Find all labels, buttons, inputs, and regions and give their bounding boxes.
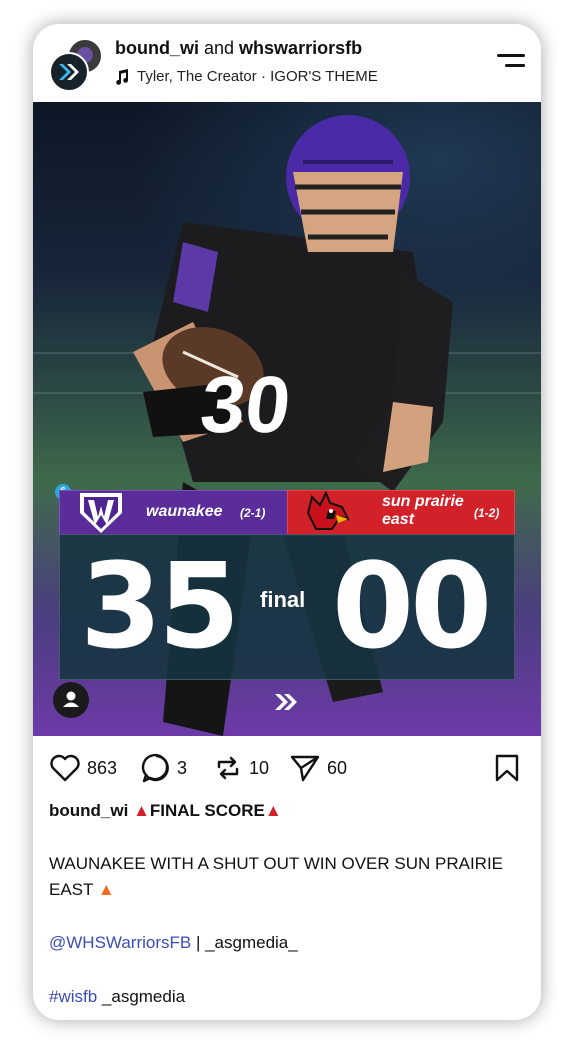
author-names: bound_wi and whswarriorsfb — [115, 38, 362, 59]
home-team-bar: waunakee (2-1) — [59, 490, 288, 536]
waunakee-w-logo-icon — [80, 493, 122, 533]
chevron-logo-icon — [59, 64, 79, 80]
mention-link[interactable]: @WHSWarriorsFB — [49, 933, 191, 952]
home-team-record: (2-1) — [240, 506, 266, 520]
chevron-watermark-icon — [275, 694, 297, 710]
caption-hashtag-tail: _asgmedia — [97, 987, 186, 1006]
caption-username[interactable]: bound_wi — [49, 801, 128, 820]
menu-line-icon — [497, 54, 525, 57]
share-count: 60 — [327, 757, 348, 778]
cardinal-logo-icon — [306, 490, 350, 530]
like-button[interactable]: 863 — [49, 754, 117, 782]
music-note-icon — [116, 68, 129, 85]
siren-icon: ▲ — [133, 801, 150, 820]
away-team-name-line2: east — [382, 511, 415, 528]
author-avatars[interactable] — [49, 38, 103, 92]
repost-count: 10 — [249, 757, 270, 778]
comment-button[interactable]: 3 — [141, 753, 188, 783]
action-bar: 863 3 10 60 — [33, 736, 541, 800]
menu-button[interactable] — [495, 50, 525, 72]
fire-icon: ▲ — [97, 880, 115, 899]
music-track[interactable]: Tyler, The Creator · IGOR'S THEME — [115, 68, 378, 85]
post-card: bound_wi and whswarriorsfb Tyler, The Cr… — [33, 24, 541, 1020]
game-status: final — [260, 587, 306, 612]
caption-headline: bound_wi ▲FINAL SCORE▲ — [49, 798, 525, 824]
hashtag-link[interactable]: #wisfb — [49, 987, 97, 1006]
caption-body-text: WAUNAKEE WITH A SHUT OUT WIN OVER SUN PR… — [49, 854, 504, 899]
heart-icon — [50, 754, 80, 782]
send-icon — [290, 755, 320, 782]
home-score: 35 — [80, 537, 240, 675]
away-team-name-line1: sun prairie — [382, 493, 464, 510]
comment-bubble-icon — [141, 753, 169, 783]
author-joiner: and — [199, 38, 240, 58]
collaborator-username[interactable]: whswarriorsfb — [239, 38, 362, 58]
repost-button[interactable]: 10 — [213, 754, 269, 782]
post-image[interactable]: 30 6 waunakee (2-1) — [33, 102, 541, 736]
siren-icon: ▲ — [264, 801, 282, 820]
post-header: bound_wi and whswarriorsfb Tyler, The Cr… — [33, 24, 541, 102]
like-count: 863 — [87, 757, 118, 778]
author-avatar[interactable] — [49, 52, 89, 92]
away-team-bar: sun prairie east (1-2) — [287, 490, 515, 536]
home-team-name: waunakee — [146, 503, 223, 520]
away-score: 00 — [332, 537, 492, 675]
repost-icon — [217, 756, 239, 780]
caption-separator: | _asgmedia_ — [191, 933, 298, 952]
comment-count: 3 — [177, 757, 188, 778]
caption-headline-text: FINAL SCORE — [149, 801, 265, 820]
bookmark-icon — [495, 754, 519, 782]
score-panel: 35 final 00 — [59, 534, 515, 680]
tagged-users-button[interactable] — [53, 682, 89, 718]
save-button[interactable] — [493, 754, 521, 782]
away-team-record: (1-2) — [474, 506, 500, 520]
music-label: Tyler, The Creator · IGOR'S THEME — [137, 68, 378, 85]
share-button[interactable]: 60 — [289, 754, 347, 782]
scoreboard: waunakee (2-1) sun prairie east (1-2) 35… — [59, 490, 515, 680]
caption-mentions: @WHSWarriorsFB | _asgmedia_ — [49, 930, 525, 956]
author-username[interactable]: bound_wi — [115, 38, 199, 58]
caption-hashtags: #wisfb _asgmedia — [49, 984, 525, 1010]
person-icon — [63, 691, 79, 707]
svg-text:30: 30 — [197, 359, 295, 449]
menu-line-icon — [505, 64, 525, 67]
caption-body: WAUNAKEE WITH A SHUT OUT WIN OVER SUN PR… — [49, 851, 525, 903]
